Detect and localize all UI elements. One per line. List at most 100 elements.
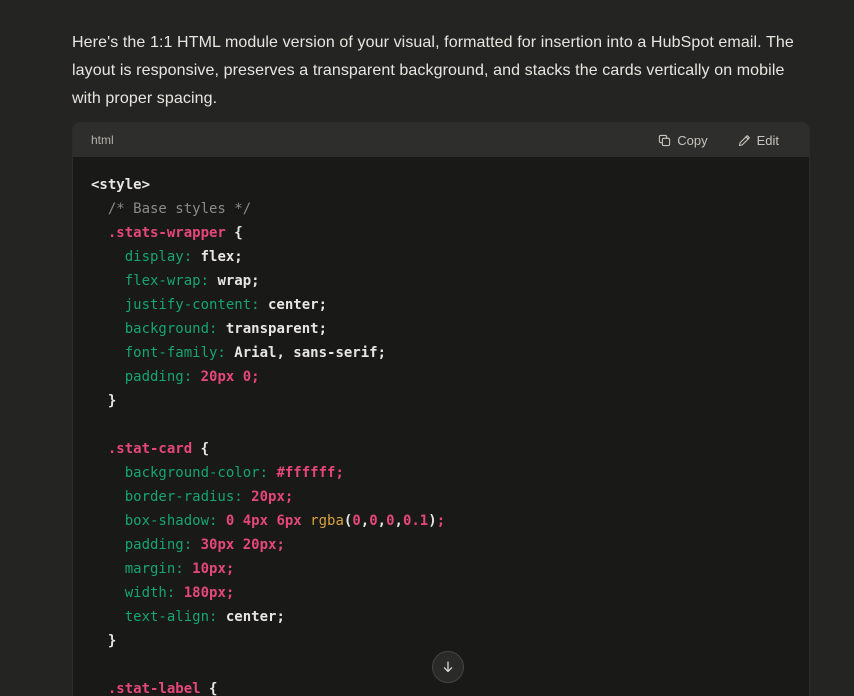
code-token — [91, 489, 125, 505]
code-token — [192, 369, 200, 385]
code-token — [91, 297, 125, 313]
edit-icon — [738, 134, 751, 147]
code-token: .stats-wrapper — [108, 225, 226, 241]
code-line: .stats-wrapper { — [91, 221, 791, 245]
copy-button-label: Copy — [677, 133, 707, 148]
code-token: 20px; — [251, 489, 293, 505]
code-token: padding: — [125, 537, 192, 553]
code-line: box-shadow: 0 4px 6px rgba(0,0,0,0.1); — [91, 509, 791, 533]
code-token: rgba — [310, 513, 344, 529]
code-token: 0 — [369, 513, 377, 529]
code-line: } — [91, 389, 791, 413]
code-token: .stat-card — [108, 441, 192, 457]
code-token: center; — [217, 609, 284, 625]
code-token: } — [91, 633, 116, 649]
code-line: justify-content: center; — [91, 293, 791, 317]
code-token: <style> — [91, 177, 150, 193]
code-token: { — [192, 441, 209, 457]
code-line: margin: 10px; — [91, 557, 791, 581]
code-token — [91, 609, 125, 625]
code-token — [91, 441, 108, 457]
code-token: 10px; — [192, 561, 234, 577]
code-token — [184, 561, 192, 577]
code-block-header: html Copy — [73, 123, 809, 157]
code-token — [91, 537, 125, 553]
code-token: ) — [428, 513, 436, 529]
code-line: background: transparent; — [91, 317, 791, 341]
code-token: , — [378, 513, 386, 529]
code-token — [175, 585, 183, 601]
code-line: font-family: Arial, sans-serif; — [91, 341, 791, 365]
code-line: width: 180px; — [91, 581, 791, 605]
code-token: box-shadow: — [125, 513, 218, 529]
code-line: background-color: #ffffff; — [91, 461, 791, 485]
code-token: display: — [125, 249, 192, 265]
code-token — [91, 225, 108, 241]
edit-button-label: Edit — [757, 133, 779, 148]
code-token: background: — [125, 321, 218, 337]
code-token: /* Base styles */ — [91, 201, 251, 217]
code-token: flex; — [192, 249, 243, 265]
code-token: 30px 20px; — [201, 537, 285, 553]
code-token — [91, 681, 108, 696]
code-token: { — [226, 225, 243, 241]
code-token — [91, 321, 125, 337]
code-token: font-family: — [125, 345, 226, 361]
code-token: center; — [260, 297, 327, 313]
code-token: } — [91, 393, 116, 409]
copy-icon — [658, 134, 671, 147]
code-token: padding: — [125, 369, 192, 385]
arrow-down-icon — [440, 659, 456, 675]
code-token — [91, 273, 125, 289]
code-token: border-radius: — [125, 489, 243, 505]
code-token: text-align: — [125, 609, 218, 625]
code-token: Arial, sans-serif; — [226, 345, 386, 361]
code-line: } — [91, 629, 791, 653]
code-line: <style> — [91, 173, 791, 197]
code-token: justify-content: — [125, 297, 260, 313]
code-token — [91, 249, 125, 265]
code-token — [192, 537, 200, 553]
code-token — [217, 513, 225, 529]
code-token: 0 — [386, 513, 394, 529]
code-line: padding: 30px 20px; — [91, 533, 791, 557]
assistant-message-text: Here's the 1:1 HTML module version of yo… — [72, 29, 804, 113]
code-token: 0 — [352, 513, 360, 529]
code-line: display: flex; — [91, 245, 791, 269]
code-line: flex-wrap: wrap; — [91, 269, 791, 293]
code-token: width: — [125, 585, 176, 601]
code-token: , — [361, 513, 369, 529]
code-token — [91, 465, 125, 481]
edit-button[interactable]: Edit — [736, 129, 781, 152]
code-line: .stat-card { — [91, 437, 791, 461]
code-token: margin: — [125, 561, 184, 577]
code-line: padding: 20px 0; — [91, 365, 791, 389]
code-token: 0 4px 6px — [226, 513, 302, 529]
code-token: { — [201, 681, 218, 696]
scroll-to-bottom-button[interactable] — [432, 651, 464, 683]
code-token — [302, 513, 310, 529]
code-line: border-radius: 20px; — [91, 485, 791, 509]
code-token: 180px; — [184, 585, 235, 601]
code-block: html Copy — [72, 122, 810, 696]
copy-button[interactable]: Copy — [656, 129, 709, 152]
code-token: #ffffff; — [276, 465, 343, 481]
code-token: transparent; — [217, 321, 327, 337]
code-token: .stat-label — [108, 681, 201, 696]
code-token: 20px 0; — [201, 369, 260, 385]
code-line: text-align: center; — [91, 605, 791, 629]
code-content: <style> /* Base styles */ .stats-wrapper… — [73, 157, 809, 696]
code-token: , — [395, 513, 403, 529]
code-token: background-color: — [125, 465, 268, 481]
code-token: 0.1 — [403, 513, 428, 529]
code-token — [243, 489, 251, 505]
code-line: /* Base styles */ — [91, 197, 791, 221]
code-token: ; — [437, 513, 445, 529]
code-line — [91, 413, 791, 437]
code-token — [91, 345, 125, 361]
code-token — [91, 369, 125, 385]
code-language-label: html — [91, 133, 114, 147]
code-token — [91, 561, 125, 577]
code-token: wrap; — [209, 273, 260, 289]
code-header-actions: Copy Edit — [656, 129, 781, 152]
